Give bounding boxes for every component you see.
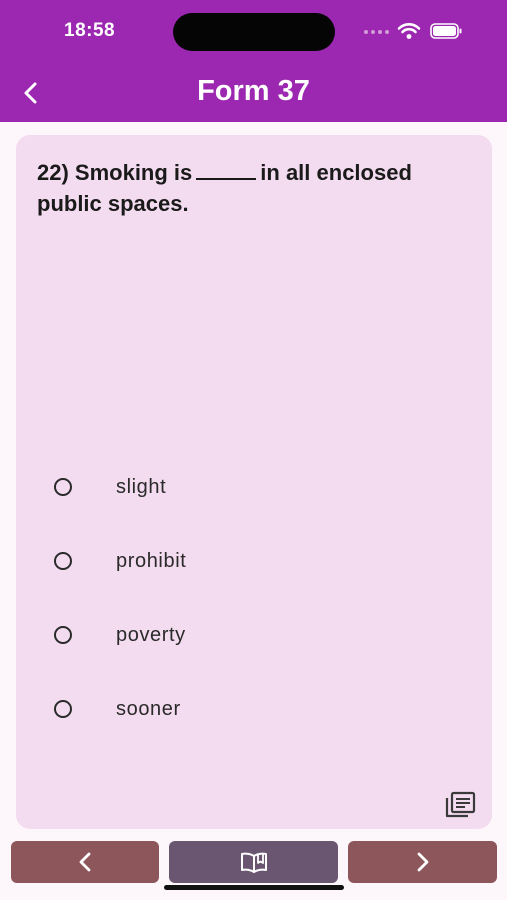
chevron-right-icon (417, 852, 428, 872)
wifi-icon (397, 23, 421, 39)
book-button[interactable] (169, 841, 338, 883)
option-prohibit[interactable]: prohibit (54, 541, 454, 581)
option-label: sooner (116, 697, 181, 720)
option-label: prohibit (116, 549, 187, 572)
signal-icon (364, 30, 389, 34)
open-book-icon (240, 852, 267, 873)
option-label: poverty (116, 623, 186, 646)
radio-button[interactable] (54, 478, 72, 496)
camera-notch (173, 13, 335, 51)
option-sooner[interactable]: sooner (54, 689, 454, 729)
home-indicator[interactable] (164, 885, 344, 890)
question-prefix: 22) Smoking is (37, 160, 193, 185)
radio-button[interactable] (54, 552, 72, 570)
battery-icon (430, 23, 462, 39)
previous-button[interactable] (11, 841, 159, 883)
question-card: 22) Smoking is in all enclosed public spa… (16, 135, 492, 829)
option-label: slight (116, 475, 167, 498)
answer-blank (196, 178, 257, 180)
status-time: 18:58 (64, 20, 116, 41)
list-view-button[interactable] (443, 790, 477, 820)
question-text: 22) Smoking is in all enclosed public spa… (37, 157, 477, 219)
radio-button[interactable] (54, 626, 72, 644)
next-button[interactable] (348, 841, 497, 883)
chevron-left-icon (79, 852, 91, 872)
option-slight[interactable]: slight (54, 467, 454, 507)
list-view-icon (445, 791, 476, 818)
app-bar: 18:58 Form 37 (0, 0, 507, 122)
radio-button[interactable] (54, 700, 72, 718)
option-poverty[interactable]: poverty (54, 615, 454, 655)
page-title: Form 37 (197, 75, 310, 107)
